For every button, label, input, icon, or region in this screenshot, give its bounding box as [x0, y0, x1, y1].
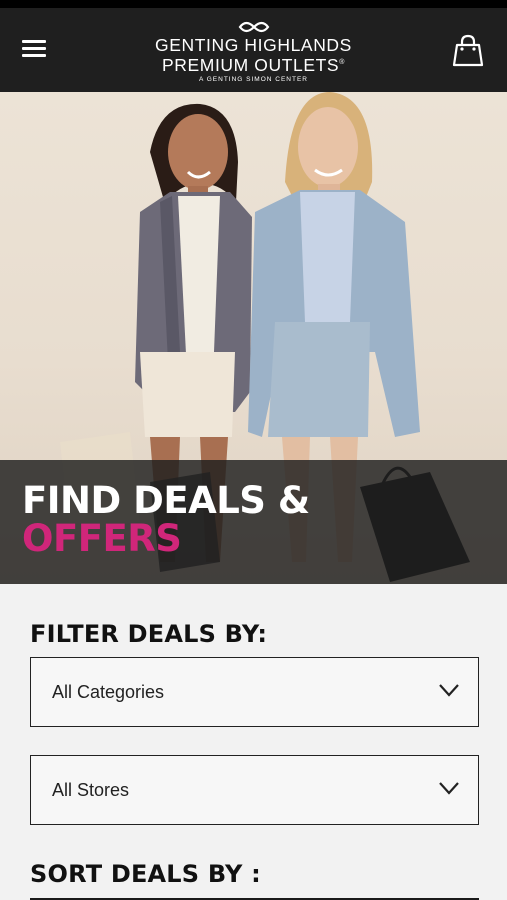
brand-logo[interactable]: GENTING HIGHLANDS PREMIUM OUTLETS® A GEN…	[120, 16, 387, 88]
hero-banner: FIND DEALS & OFFERS	[0, 92, 507, 584]
menu-button[interactable]	[18, 36, 52, 64]
logo-mark-icon	[238, 21, 269, 33]
chevron-down-icon	[439, 684, 459, 697]
hero-title-line1: FIND DEALS &	[22, 479, 310, 522]
logo-title-line2: PREMIUM OUTLETS®	[162, 54, 345, 75]
filter-section-title: FILTER DEALS BY:	[30, 620, 268, 648]
logo-subtitle: A GENTING SIMON CENTER	[198, 75, 309, 83]
status-bar	[0, 0, 507, 8]
store-select[interactable]: All Stores	[30, 755, 479, 825]
shopping-bag-icon	[452, 34, 484, 67]
app-header: GENTING HIGHLANDS PREMIUM OUTLETS® A GEN…	[0, 8, 507, 92]
hero-title: FIND DEALS & OFFERS	[22, 482, 310, 558]
chevron-down-icon	[439, 782, 459, 795]
store-select-value: All Stores	[52, 780, 130, 800]
hero-title-line2: OFFERS	[22, 517, 182, 560]
category-select[interactable]: All Categories	[30, 657, 479, 727]
sort-section-title: SORT DEALS BY :	[30, 860, 261, 888]
shopping-bag-button[interactable]	[451, 33, 485, 69]
deals-filter-section: FILTER DEALS BY: All Categories All Stor…	[0, 584, 507, 900]
hamburger-menu-icon	[22, 40, 46, 43]
category-select-value: All Categories	[52, 682, 165, 702]
logo-title-line1: GENTING HIGHLANDS	[155, 35, 352, 55]
